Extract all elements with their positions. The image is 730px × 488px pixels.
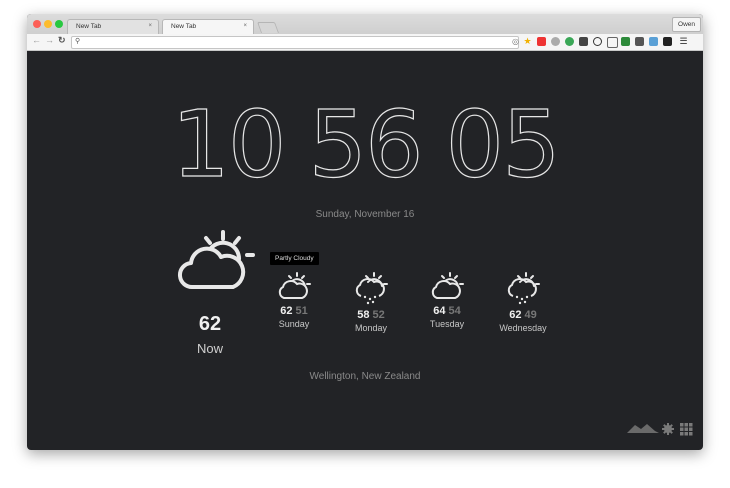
forecast-day[interactable]: 58 52 Monday	[341, 271, 401, 333]
search-icon: ⚲	[75, 38, 81, 45]
rain-icon	[355, 272, 388, 305]
tab-title: New Tab	[171, 23, 197, 30]
reload-icon[interactable]: ↻	[58, 35, 66, 46]
forecast-day-name: Wednesday	[499, 323, 547, 333]
bottom-right-controls	[625, 421, 695, 442]
tab-close-icon[interactable]: ×	[243, 23, 247, 29]
address-bar[interactable]: ⚲	[71, 36, 519, 49]
forecast-day-name: Sunday	[278, 319, 310, 329]
profile-button[interactable]: Owen	[672, 17, 701, 32]
forecast-low: 49	[524, 309, 537, 321]
toolbar: ← → ↻ ⚲ ◎ ★ ☰	[27, 34, 703, 51]
forecast-high: 62	[280, 305, 293, 317]
clock: 10 56 05	[27, 98, 703, 191]
clock-hours: 10	[171, 91, 287, 198]
forecast-high: 62	[509, 309, 522, 321]
close-window-button[interactable]	[33, 20, 41, 28]
forecast-temps: 64 54	[417, 305, 477, 317]
forward-icon[interactable]: →	[45, 35, 54, 45]
gear-icon[interactable]	[662, 423, 674, 435]
forecast-high: 58	[357, 309, 370, 321]
forecast-day-name: Tuesday	[429, 319, 465, 329]
partly-cloudy-icon	[178, 230, 255, 290]
forecast-day-name: Monday	[354, 323, 388, 333]
cast-icon[interactable]	[607, 37, 618, 48]
clock-minutes: 56	[308, 91, 424, 198]
tab-2[interactable]: New Tab ×	[162, 19, 254, 34]
momentum-logo-icon[interactable]	[625, 421, 695, 437]
forecast-low: 54	[448, 305, 461, 317]
current-temperature: 62	[198, 313, 222, 335]
condition-tooltip: Partly Cloudy	[270, 252, 319, 265]
forecast-high: 64	[433, 305, 446, 317]
forecast-temps: 62 49	[493, 309, 553, 321]
back-icon[interactable]: ←	[32, 35, 41, 45]
forecast-day[interactable]: 62 51 Sunday	[264, 271, 324, 329]
date-text: Sunday, November 16	[315, 209, 415, 220]
extension-icon[interactable]	[551, 37, 560, 46]
menu-icon[interactable]: ☰	[679, 37, 688, 46]
location-icon[interactable]: ◎	[511, 37, 520, 46]
extension-icon[interactable]	[579, 37, 588, 46]
info-icon[interactable]	[593, 37, 602, 46]
partly-cloudy-icon	[431, 272, 464, 299]
pocket-icon[interactable]	[635, 37, 644, 46]
extension-icon[interactable]	[621, 37, 630, 46]
extension-icon[interactable]	[649, 37, 658, 46]
zoom-window-button[interactable]	[55, 20, 63, 28]
tab-1[interactable]: New Tab ×	[67, 19, 159, 34]
forecast-low: 52	[372, 309, 385, 321]
tab-strip: New Tab × New Tab × Owen	[27, 14, 703, 34]
forecast-low: 51	[295, 305, 308, 317]
extension-icon[interactable]	[663, 37, 672, 46]
new-tab-button[interactable]	[256, 22, 280, 33]
minimize-window-button[interactable]	[44, 20, 52, 28]
forecast-temps: 62 51	[264, 305, 324, 317]
tab-title: New Tab	[76, 23, 102, 30]
forecast-day[interactable]: 64 54 Tuesday	[417, 271, 477, 329]
tab-close-icon[interactable]: ×	[148, 23, 152, 29]
rain-icon	[507, 272, 540, 305]
forecast-temps: 58 52	[341, 309, 401, 321]
location-text: Wellington, New Zealand	[309, 371, 421, 382]
momentum-dashboard: 10 56 05 Sunday, November 16 62 Now Partly…	[27, 51, 703, 450]
grammarly-icon[interactable]	[537, 37, 546, 46]
current-label: Now	[196, 341, 223, 356]
bookmark-star-icon[interactable]: ★	[523, 37, 532, 46]
partly-cloudy-icon	[278, 272, 311, 299]
clock-seconds: 05	[445, 91, 561, 198]
forecast-day[interactable]: 62 49 Wednesday	[493, 271, 553, 333]
browser-window: New Tab × New Tab × Owen ← → ↻ ⚲ ◎ ★ ☰ 1…	[27, 14, 703, 450]
evernote-icon[interactable]	[565, 37, 574, 46]
apps-grid-icon[interactable]	[680, 423, 693, 436]
